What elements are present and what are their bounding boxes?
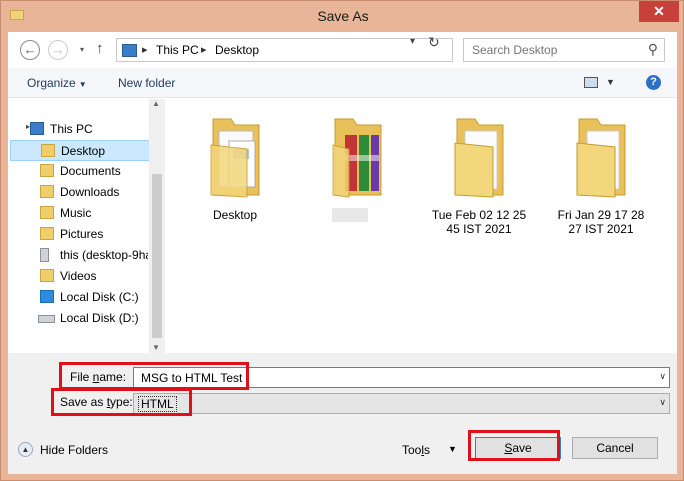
back-arrow-icon[interactable]: ← — [20, 40, 40, 60]
breadcrumb-separator-icon[interactable]: ▸ — [142, 43, 148, 56]
sidebar-item-local-disk-c[interactable]: Local Disk (C:) — [8, 287, 148, 308]
organize-button[interactable]: Organize ▼ — [27, 76, 87, 90]
cancel-button[interactable]: Cancel — [572, 437, 658, 459]
windows-drive-icon — [40, 290, 54, 303]
chevron-down-icon: ▼ — [78, 80, 87, 89]
highlight-box-file-name — [59, 362, 249, 390]
sidebar-item-label: Local Disk (C:) — [60, 290, 139, 304]
chevron-down-icon[interactable]: ∨ — [659, 397, 666, 408]
folder-icon — [40, 164, 54, 177]
address-row: ← → ▾ ↑ ▸ This PC ▸ Desktop ▾ ↻ ⚲ — [8, 32, 677, 67]
close-button[interactable]: ✕ — [639, 1, 679, 22]
save-as-dialog: Save As ✕ ← → ▾ ↑ ▸ This PC ▸ Desktop ▾ … — [0, 0, 684, 481]
file-name: Desktop — [212, 208, 258, 222]
sidebar-item-label: Downloads — [60, 185, 120, 199]
navigation-pane: ▸ This PC Desktop Documents Downloads Mu… — [8, 99, 165, 353]
label-part: Too — [402, 443, 422, 457]
sidebar-item-videos[interactable]: Videos — [8, 266, 148, 287]
folder-with-books-icon — [332, 118, 382, 198]
breadcrumb-this-pc[interactable]: This PC — [156, 43, 199, 57]
sidebar-item-documents[interactable]: Documents — [8, 161, 148, 182]
file-name: Tue Feb 02 12 25 45 IST 2021 — [431, 208, 527, 236]
tools-dropdown-icon[interactable]: ▼ — [448, 444, 457, 454]
blurred-filename — [332, 208, 368, 222]
scroll-down-icon[interactable]: ▼ — [152, 343, 160, 352]
forward-arrow-icon[interactable]: → — [48, 40, 68, 60]
scrollbar-thumb[interactable] — [152, 174, 162, 338]
sidebar-item-label: This PC — [50, 122, 93, 136]
save-as-type-select[interactable]: HTML ∨ — [133, 393, 670, 414]
sidebar-item-label: Documents — [60, 164, 121, 178]
new-folder-button[interactable]: New folder — [118, 76, 175, 90]
change-view-icon[interactable] — [584, 77, 598, 88]
title-bar: Save As ✕ — [1, 1, 684, 31]
folder-icon — [454, 118, 504, 198]
sidebar-item-desktop[interactable]: Desktop — [10, 140, 150, 161]
breadcrumb-separator-icon[interactable]: ▸ — [201, 43, 207, 56]
recent-locations-dropdown-icon[interactable]: ▾ — [80, 45, 84, 54]
folder-icon — [40, 269, 54, 282]
chevron-up-icon: ▲ — [18, 442, 33, 457]
highlight-box-save — [468, 430, 560, 461]
scroll-up-icon[interactable]: ▲ — [152, 99, 160, 108]
computer-icon — [122, 44, 137, 57]
save-options-panel: File name: ∨ Save as type: HTML ∨ ▲ Hide… — [8, 353, 677, 474]
hide-folders-label: Hide Folders — [40, 443, 109, 457]
sidebar-item-pictures[interactable]: Pictures — [8, 224, 148, 245]
folder-icon — [576, 118, 626, 198]
navigation-scrollbar[interactable]: ▲ ▼ — [149, 99, 165, 353]
sidebar-item-label: Local Disk (D:) — [60, 311, 139, 325]
dialog-body: ← → ▾ ↑ ▸ This PC ▸ Desktop ▾ ↻ ⚲ Organi… — [8, 32, 677, 474]
sidebar-item-downloads[interactable]: Downloads — [8, 182, 148, 203]
computer-icon — [30, 122, 44, 135]
sidebar-item-local-disk-d[interactable]: Local Disk (D:) — [8, 308, 148, 329]
folder-icon — [40, 206, 54, 219]
sidebar-item-label: Pictures — [60, 227, 104, 241]
chevron-down-icon[interactable]: ∨ — [659, 371, 666, 382]
sidebar-item-music[interactable]: Music — [8, 203, 148, 224]
tools-button[interactable]: Tools — [402, 443, 430, 457]
address-dropdown-icon[interactable]: ▾ — [410, 36, 415, 47]
sidebar-item-this-pc[interactable]: This PC — [8, 119, 148, 140]
refresh-icon[interactable]: ↻ — [428, 34, 440, 51]
search-input[interactable] — [470, 42, 640, 58]
file-view: Desktop Tue Feb 02 12 25 45 IST 2021 Fri… — [165, 99, 677, 353]
label-part: s — [424, 443, 431, 457]
file-name: Fri Jan 29 17 28 27 IST 2021 — [557, 208, 645, 236]
search-box[interactable]: ⚲ — [463, 38, 665, 62]
address-bar[interactable]: ▸ This PC ▸ Desktop — [116, 38, 453, 62]
drive-icon — [38, 315, 55, 323]
sidebar-item-label: Videos — [60, 269, 97, 283]
organize-label: Organize — [27, 76, 76, 90]
command-toolbar: Organize ▼ New folder ▼ ? — [8, 68, 677, 98]
up-arrow-icon[interactable]: ↑ — [96, 40, 104, 57]
help-icon[interactable]: ? — [646, 75, 661, 90]
folder-icon — [40, 227, 54, 240]
sidebar-item-label: this (desktop-9ha — [60, 248, 148, 262]
sidebar-item-label: Desktop — [61, 144, 106, 158]
breadcrumb-desktop[interactable]: Desktop — [215, 43, 259, 57]
window-title: Save As — [317, 8, 369, 24]
highlight-box-save-type — [51, 388, 192, 416]
folder-with-documents-icon — [210, 118, 260, 198]
folder-icon — [40, 185, 54, 198]
search-icon[interactable]: ⚲ — [648, 41, 658, 58]
sidebar-item-network-share[interactable]: this (desktop-9ha — [8, 245, 148, 266]
network-drive-icon — [40, 248, 49, 262]
view-options-dropdown-icon[interactable]: ▼ — [606, 77, 615, 87]
sidebar-item-label: Music — [60, 206, 92, 220]
folder-icon — [41, 144, 55, 157]
